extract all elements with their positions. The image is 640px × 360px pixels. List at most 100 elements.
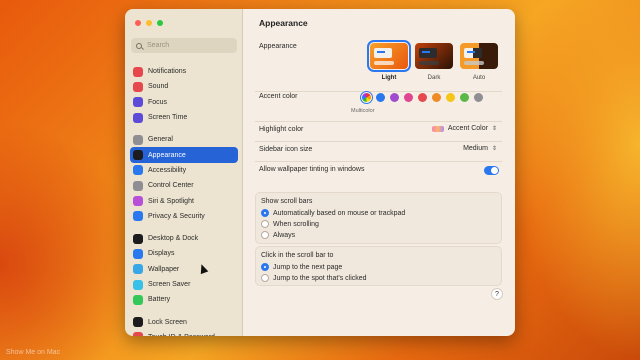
sidebar-item-label: Wallpaper [148,265,180,273]
click-scroll-option-spot[interactable]: Jump to the spot that's clicked [261,274,367,282]
dark-preview [415,43,453,69]
watermark: Show Me on Mac [6,349,61,356]
sidebar-item-label: Touch ID & Password [148,334,215,336]
sidebar-item-label: Privacy & Security [148,212,205,220]
click-scroll-option-next-page[interactable]: Jump to the next page [261,263,342,271]
sidebar-item-label: General [148,136,173,144]
sidebar-item-lock-screen[interactable]: Lock Screen [130,314,238,329]
main-pane: Appearance Appearance Light Dark Auto Ac [243,9,515,336]
search-input[interactable]: Search [131,38,237,53]
sidebar-item-wallpaper[interactable]: Wallpaper [130,262,238,277]
sidebar-item-sound[interactable]: Sound [130,79,238,94]
close-button[interactable] [135,20,141,26]
sidebar-item-touch-id-password[interactable]: Touch ID & Password [130,330,238,336]
wallpaper-icon [133,264,143,275]
sidebar-item-screen-time[interactable]: Screen Time [130,110,238,125]
click-scroll-group: Click in the scroll bar to Jump to the n… [255,246,502,286]
theme-light[interactable]: Light [367,40,411,81]
hand-icon [133,211,143,222]
battery-icon [133,294,143,305]
radio-label: Always [273,231,296,239]
scroll-bars-group: Show scroll bars Automatically based on … [255,192,502,244]
hourglass-icon [133,112,143,123]
appearance-icon [133,150,143,161]
theme-auto[interactable]: Auto [460,43,498,81]
radio-button[interactable] [261,220,269,228]
radio-button[interactable] [261,209,269,217]
search-placeholder: Search [147,42,170,49]
sidebar-item-siri-spotlight[interactable]: Siri & Spotlight [130,193,238,208]
sidebar-item-label: Desktop & Dock [148,235,199,243]
sidebar-item-accessibility[interactable]: Accessibility [130,163,238,178]
sidebar-item-appearance[interactable]: Appearance [130,147,238,163]
control-center-icon [133,180,143,191]
sidebar-item-privacy-security[interactable]: Privacy & Security [130,209,238,224]
accent-selected-caption: Multicolor [351,108,375,114]
wallpaper-tinting-label: Allow wallpaper tinting in windows [259,166,365,173]
sidebar-item-general[interactable]: General [130,132,238,147]
accent-color-swatch[interactable] [404,93,413,102]
radio-button[interactable] [261,231,269,239]
sidebar-item-focus[interactable]: Focus [130,95,238,110]
scroll-bars-option-scrolling[interactable]: When scrolling [261,220,319,228]
accent-color-swatch[interactable] [474,93,483,102]
sidebar-icon-size-popup[interactable]: Medium ⇕ [463,145,497,152]
sidebar-item-desktop-dock[interactable]: Desktop & Dock [130,231,238,246]
radio-label: Automatically based on mouse or trackpad [273,209,406,217]
scroll-bars-option-always[interactable]: Always [261,231,295,239]
sidebar-item-label: Battery [148,296,171,304]
sidebar: Search Notifications Sound Focus Screen Tim… [125,9,243,336]
sidebar-item-label: Notifications [148,68,187,76]
wallpaper-shade [0,120,140,360]
accent-multicolor-swatch[interactable] [360,91,373,104]
radio-label: Jump to the next page [273,263,343,271]
sidebar-item-notifications[interactable]: Notifications [130,64,238,79]
accent-color-swatch[interactable] [390,93,399,102]
scroll-bars-option-auto[interactable]: Automatically based on mouse or trackpad [261,209,405,217]
settings-window: Search Notifications Sound Focus Screen Tim… [125,9,515,336]
highlight-color-popup[interactable]: Accent Color ⇕ [431,125,497,132]
window-controls [135,20,163,26]
accent-color-swatch[interactable] [418,93,427,102]
radio-label: When scrolling [273,220,319,228]
sidebar-list: Notifications Sound Focus Screen Time Genera… [130,64,238,336]
moon-icon [133,97,143,108]
sidebar-item-screen-saver[interactable]: Screen Saver [130,277,238,292]
radio-button[interactable] [261,274,269,282]
accent-color-picker [360,91,483,104]
sidebar-item-label: Screen Time [148,114,188,122]
highlight-swatch [431,125,444,132]
accent-color-label: Accent color [259,93,298,100]
theme-dark[interactable]: Dark [415,43,453,81]
speaker-icon [133,81,143,92]
sidebar-item-label: Siri & Spotlight [148,197,194,205]
auto-preview [460,43,498,69]
sidebar-item-battery[interactable]: Battery [130,292,238,307]
sidebar-item-displays[interactable]: Displays [130,246,238,261]
sidebar-icon-size-value: Medium [463,145,488,152]
sidebar-item-label: Lock Screen [148,318,187,326]
fingerprint-icon [133,332,143,336]
sidebar-item-label: Screen Saver [148,281,191,288]
wallpaper-tinting-toggle[interactable] [484,166,499,175]
accent-color-swatch[interactable] [446,93,455,102]
accent-color-swatch[interactable] [376,93,385,102]
accent-color-swatch[interactable] [460,93,469,102]
display-icon [133,248,143,259]
minimize-button[interactable] [146,20,152,26]
light-preview [367,40,411,72]
sidebar-item-control-center[interactable]: Control Center [130,178,238,193]
zoom-button[interactable] [157,20,163,26]
radio-button[interactable] [261,263,269,271]
theme-dark-label: Dark [427,75,441,81]
bell-icon [133,66,143,77]
wallpaper-highlight [510,0,640,360]
help-button[interactable]: ? [491,288,503,300]
accent-color-swatch[interactable] [432,93,441,102]
sidebar-item-label: Accessibility [148,166,187,174]
search-icon [136,42,142,49]
gear-icon [133,134,143,145]
